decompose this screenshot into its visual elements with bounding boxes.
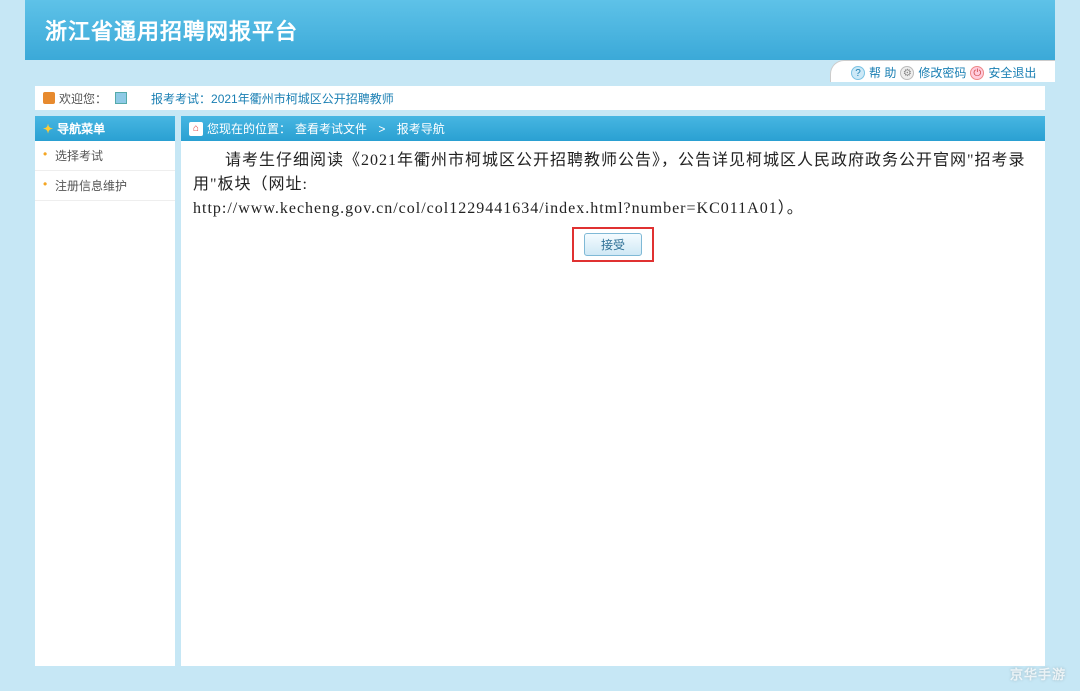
exam-label: 报考考试：2021年衢州市柯城区公开招聘教师 — [151, 90, 394, 107]
user-icon — [43, 92, 55, 104]
star-icon: ✦ — [43, 122, 53, 136]
power-icon: ⏻ — [970, 66, 984, 80]
modify-password-link[interactable]: 修改密码 — [918, 64, 966, 81]
sidebar-title: 导航菜单 — [57, 120, 105, 137]
welcome-label: 欢迎您： — [59, 90, 107, 107]
breadcrumb: ⌂ 您现在的位置： 查看考试文件 > 报考导航 — [181, 116, 1045, 141]
breadcrumb-part2[interactable]: 报考导航 — [397, 120, 445, 137]
header-bar: 浙江省通用招聘网报平台 — [25, 0, 1055, 60]
main-content: ⌂ 您现在的位置： 查看考试文件 > 报考导航 请考生仔细阅读《2021年衢州市… — [181, 116, 1045, 666]
sidebar: ✦ 导航菜单 选择考试 注册信息维护 — [35, 116, 175, 666]
notice-line1: 请考生仔细阅读《2021年衢州市柯城区公开招聘教师公告》，公告详见柯城区人民政府… — [193, 149, 1033, 197]
user-bar: 欢迎您： 报考考试：2021年衢州市柯城区公开招聘教师 — [35, 86, 1045, 110]
home-icon: ⌂ — [189, 122, 203, 136]
sidebar-item-select-exam[interactable]: 选择考试 — [35, 141, 175, 171]
sidebar-item-register-info[interactable]: 注册信息维护 — [35, 171, 175, 201]
watermark: 京华手游 — [1010, 664, 1066, 683]
help-link[interactable]: 帮 助 — [869, 64, 896, 81]
accept-highlight-box: 接受 — [572, 227, 654, 262]
key-icon: ⚙ — [900, 66, 914, 80]
notice-text: 请考生仔细阅读《2021年衢州市柯城区公开招聘教师公告》，公告详见柯城区人民政府… — [181, 141, 1045, 221]
sidebar-header: ✦ 导航菜单 — [35, 116, 175, 141]
small-box-icon — [115, 92, 127, 104]
accept-button[interactable]: 接受 — [584, 233, 642, 256]
logout-link[interactable]: 安全退出 — [988, 64, 1036, 81]
notice-line2: http://www.kecheng.gov.cn/col/col1229441… — [193, 200, 804, 217]
page-title: 浙江省通用招聘网报平台 — [45, 14, 298, 46]
help-icon: ? — [851, 66, 865, 80]
top-toolbar: ? 帮 助 ⚙ 修改密码 ⏻ 安全退出 — [830, 60, 1055, 82]
breadcrumb-part1[interactable]: 查看考试文件 — [295, 120, 367, 137]
